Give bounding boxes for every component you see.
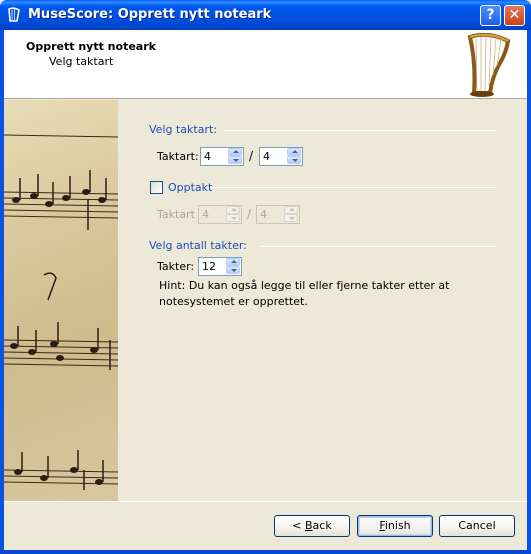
spin-up-icon[interactable]: [226, 206, 240, 214]
time-signature-numerator-value: 4: [204, 150, 211, 163]
sheet-music-image: [4, 100, 118, 501]
time-signature-separator: /: [249, 149, 254, 163]
footer-divider: [4, 501, 527, 502]
harp-icon: [467, 33, 511, 97]
pickup-group-line: [211, 187, 496, 188]
hint-text: Hint: Du kan også legge til eller fjerne…: [159, 279, 450, 308]
time-signature-group-line: [223, 130, 496, 131]
wizard-header: Opprett nytt noteark Velg taktart: [4, 30, 527, 99]
spin-up-icon[interactable]: [226, 258, 240, 266]
pickup-time-signature-label: Taktart: [157, 208, 195, 221]
pickup-numerator-spinbox[interactable]: 4: [198, 205, 242, 224]
time-signature-denominator-value: 4: [263, 150, 270, 163]
measures-label: Takter:: [157, 260, 195, 273]
spin-up-icon[interactable]: [228, 148, 242, 156]
spin-down-icon[interactable]: [226, 266, 240, 274]
back-button-rest: ack: [312, 519, 332, 532]
time-signature-label: Taktart:: [157, 150, 199, 163]
cancel-button[interactable]: Cancel: [439, 515, 515, 537]
time-signature-denominator-spinbox[interactable]: 4: [259, 147, 303, 166]
spin-down-icon[interactable]: [226, 214, 240, 222]
pickup-separator: /: [247, 207, 252, 221]
spin-down-icon[interactable]: [228, 156, 242, 164]
spin-down-icon[interactable]: [287, 156, 301, 164]
back-button[interactable]: < Back: [274, 515, 350, 537]
time-signature-group-title: Velg taktart:: [149, 123, 217, 136]
pickup-checkbox[interactable]: [150, 181, 163, 194]
help-button[interactable]: ?: [480, 5, 501, 26]
finish-button-rest: inish: [384, 519, 411, 532]
window-bottom-border: [0, 550, 531, 554]
spin-up-icon[interactable]: [287, 148, 301, 156]
pickup-checkbox-label[interactable]: Opptakt: [168, 181, 212, 194]
page-subtitle: Velg taktart: [49, 55, 114, 68]
page-title: Opprett nytt noteark: [26, 40, 156, 53]
close-button[interactable]: ✕: [504, 5, 525, 26]
back-button-mnemonic: B: [305, 519, 313, 532]
pickup-denominator-value: 4: [260, 208, 267, 221]
dialog-client-area: Opprett nytt noteark Velg taktart Velg t…: [4, 30, 527, 550]
finish-button[interactable]: Finish: [357, 515, 433, 537]
spin-up-icon[interactable]: [284, 206, 298, 214]
spin-down-icon[interactable]: [284, 214, 298, 222]
measures-value: 12: [202, 260, 216, 273]
window-title: MuseScore: Opprett nytt noteark: [28, 7, 272, 22]
measures-spinbox[interactable]: 12: [198, 257, 242, 276]
measures-group-title: Velg antall takter:: [149, 239, 247, 252]
time-signature-numerator-spinbox[interactable]: 4: [200, 147, 244, 166]
pickup-denominator-spinbox[interactable]: 4: [256, 205, 300, 224]
title-bar[interactable]: MuseScore: Opprett nytt noteark ? ✕: [0, 0, 531, 30]
measures-group-line: [261, 246, 496, 247]
back-button-prefix: <: [292, 519, 305, 532]
pickup-numerator-value: 4: [202, 208, 209, 221]
musescore-harp-icon: [8, 7, 20, 22]
